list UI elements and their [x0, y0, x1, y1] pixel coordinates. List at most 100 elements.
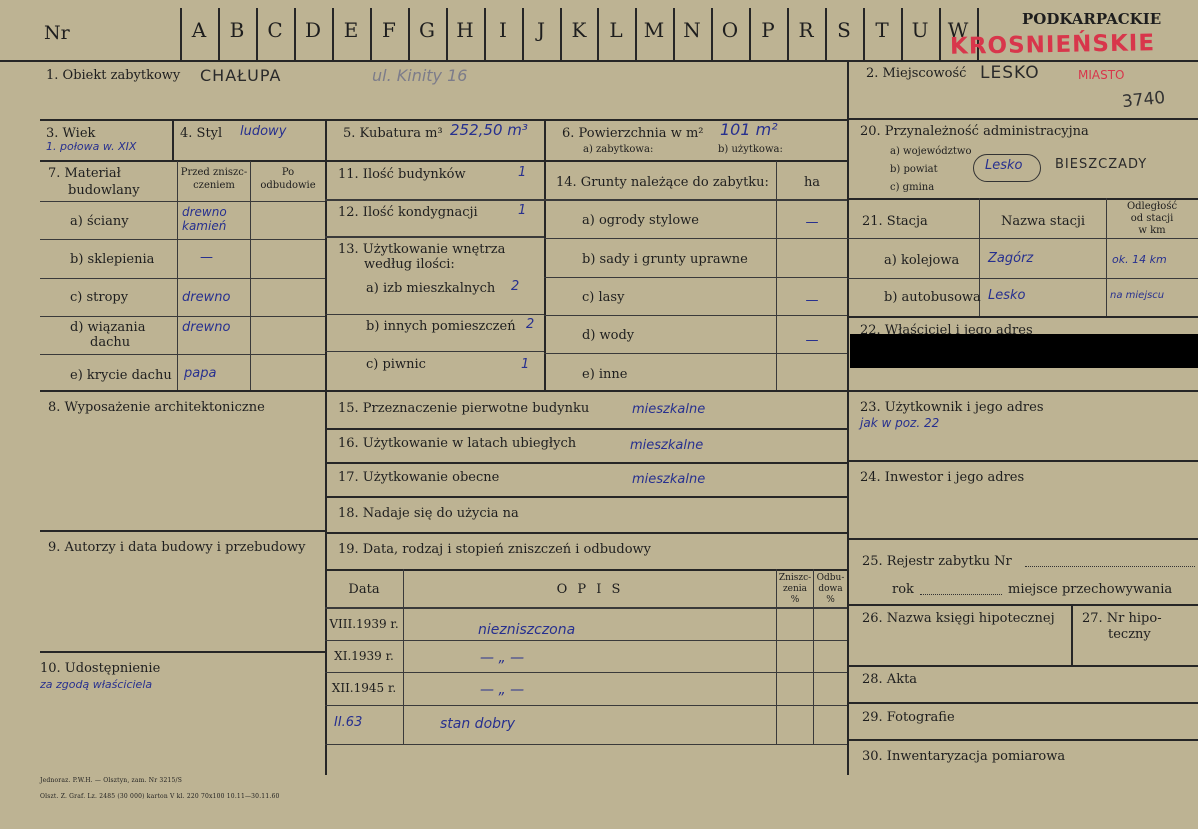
f6-label: 6. Powierzchnia w m² [562, 126, 704, 141]
f27-label-2: teczny [1108, 627, 1151, 642]
f14-row-b: b) sady i grunty uprawne [582, 252, 748, 267]
f7-truss-value: drewno [182, 320, 231, 335]
divider [847, 702, 1198, 704]
divider [40, 160, 847, 162]
f7-row-truss: d) wiązania [70, 320, 146, 335]
redaction-bar [850, 334, 1198, 368]
f21-label: 21. Stacja [862, 214, 928, 229]
divider [544, 119, 546, 391]
f7-walls-value-2: kamień [182, 219, 227, 233]
divider [847, 278, 1198, 279]
f10-label: 10. Udostępnienie [40, 661, 161, 676]
f16-label: 16. Użytkowanie w latach ubiegłych [338, 436, 577, 451]
letter-cell-s: S [837, 18, 851, 42]
divider [325, 496, 847, 498]
letter-cell-g: G [419, 18, 435, 42]
f13-other-value: 2 [526, 317, 535, 332]
f19-col-destr: Zniszc- [778, 573, 812, 583]
f7-row-vaults: b) sklepienia [70, 252, 155, 267]
f7-walls-value: drewno [182, 205, 227, 219]
f13-row-other: b) innych pomieszczeń [366, 319, 516, 334]
letter-cell-i: I [499, 18, 507, 42]
f4-value: ludowy [240, 124, 287, 139]
f20-sub-a: a) województwo [890, 146, 972, 157]
f13-row-cellars: c) piwnic [366, 357, 426, 372]
f7-ceilings-value: drewno [182, 290, 231, 305]
f7-label: 7. Materiał [48, 166, 121, 181]
letter-cell-r: R [798, 18, 814, 42]
f21-col-dist-3: w km [1138, 225, 1166, 236]
letter-cell-t: T [875, 18, 889, 42]
region-print: PODKARPACKIE [1022, 10, 1162, 28]
f1-address: ul. Kinity 16 [372, 66, 468, 85]
f7-vaults-value: — [200, 250, 213, 265]
f14-row-e: e) inne [582, 367, 628, 382]
divider [40, 354, 325, 355]
letter-cell-k: K [571, 18, 587, 42]
f29-label: 29. Fotografie [862, 710, 955, 725]
f13-label: 13. Użytkowanie wnętrza [338, 242, 506, 257]
f7-row-walls: a) ściany [70, 214, 129, 229]
f15-label: 15. Przeznaczenie pierwotne budynku [338, 401, 590, 416]
f2-value: LESKO [980, 63, 1040, 83]
f12-label: 12. Ilość kondygnacji [338, 205, 478, 220]
divider [544, 238, 847, 239]
print-note-2: Olszt. Z. Graf. Lz. 2485 (30 000) karton… [40, 793, 280, 800]
divider [1071, 604, 1073, 665]
f19-row-4-date: II.63 [334, 715, 363, 730]
f7-row-truss-2: dachu [90, 335, 131, 350]
divider [325, 705, 847, 706]
f12-value: 1 [518, 203, 527, 218]
divider [325, 236, 544, 238]
divider [544, 353, 847, 354]
f20-b-value2: BIESZCZADY [1055, 157, 1148, 172]
divider [40, 201, 325, 202]
f19-label: 19. Data, rodzaj i stopień zniszczeń i o… [338, 542, 652, 557]
f14-row-d: d) wody [582, 328, 635, 343]
f26-label: 26. Nazwa księgi hipotecznej [862, 611, 1055, 626]
f14-d-value: — [805, 333, 819, 348]
letter-cell-f: F [382, 18, 396, 42]
f7-roof-value: papa [184, 366, 217, 381]
divider [847, 665, 1198, 667]
f24-label: 24. Inwestor i jego adres [860, 470, 1025, 485]
f7-col-before-2: czeniem [193, 180, 235, 191]
letter-cell-j: J [536, 18, 546, 42]
divider [325, 672, 847, 673]
letter-cell-m: M [643, 18, 665, 42]
divider [325, 428, 847, 430]
f15-value: mieszkalne [632, 402, 706, 417]
f21-row-bus: b) autobusowa [884, 290, 981, 305]
divider [847, 316, 1198, 318]
f25-sub-rok: rok [892, 582, 914, 597]
f25-year-line [920, 594, 1002, 595]
f19-col-date: Data [348, 582, 380, 597]
f2-label: 2. Miejscowość [866, 66, 967, 81]
f25-sub-miejsce: miejsce przechowywania [1008, 582, 1173, 597]
f16-value: mieszkalne [630, 438, 704, 453]
divider [847, 60, 849, 775]
divider [847, 238, 1198, 239]
f14-c-value: — [805, 293, 819, 308]
f21-col-dist-2: od stacji [1130, 213, 1174, 224]
divider [544, 199, 847, 201]
f23-label: 23. Użytkownik i jego adres [860, 400, 1044, 415]
f6-sub-b: b) użytkowa: [718, 144, 783, 155]
f19-row-1-date: VIII.1939 r. [329, 617, 399, 631]
f7-col-after-2: odbudowie [260, 180, 316, 191]
f19-col-rebuild-3: % [826, 595, 835, 605]
f21-rail-dist: ok. 14 km [1112, 253, 1167, 266]
f30-label: 30. Inwentaryzacja pomiarowa [862, 749, 1066, 764]
f19-col-destr-3: % [790, 595, 800, 605]
archive-number: 3740 [1121, 87, 1167, 113]
f21-col-name: Nazwa stacji [1000, 214, 1086, 229]
f11-value: 1 [518, 165, 527, 180]
divider [544, 315, 847, 316]
f14-label: 14. Grunty należące do zabytku: [556, 175, 769, 190]
inventory-card: Nr ABCDEFGHIJKLMNOPRSTUW PODKARPACKIE KR… [0, 0, 1198, 829]
divider [847, 604, 1198, 606]
f5-value: 252,50 m³ [450, 121, 528, 139]
divider [776, 161, 777, 390]
f1-value: CHAŁUPA [200, 66, 282, 85]
f18-label: 18. Nadaje się do użycia na [338, 506, 519, 521]
